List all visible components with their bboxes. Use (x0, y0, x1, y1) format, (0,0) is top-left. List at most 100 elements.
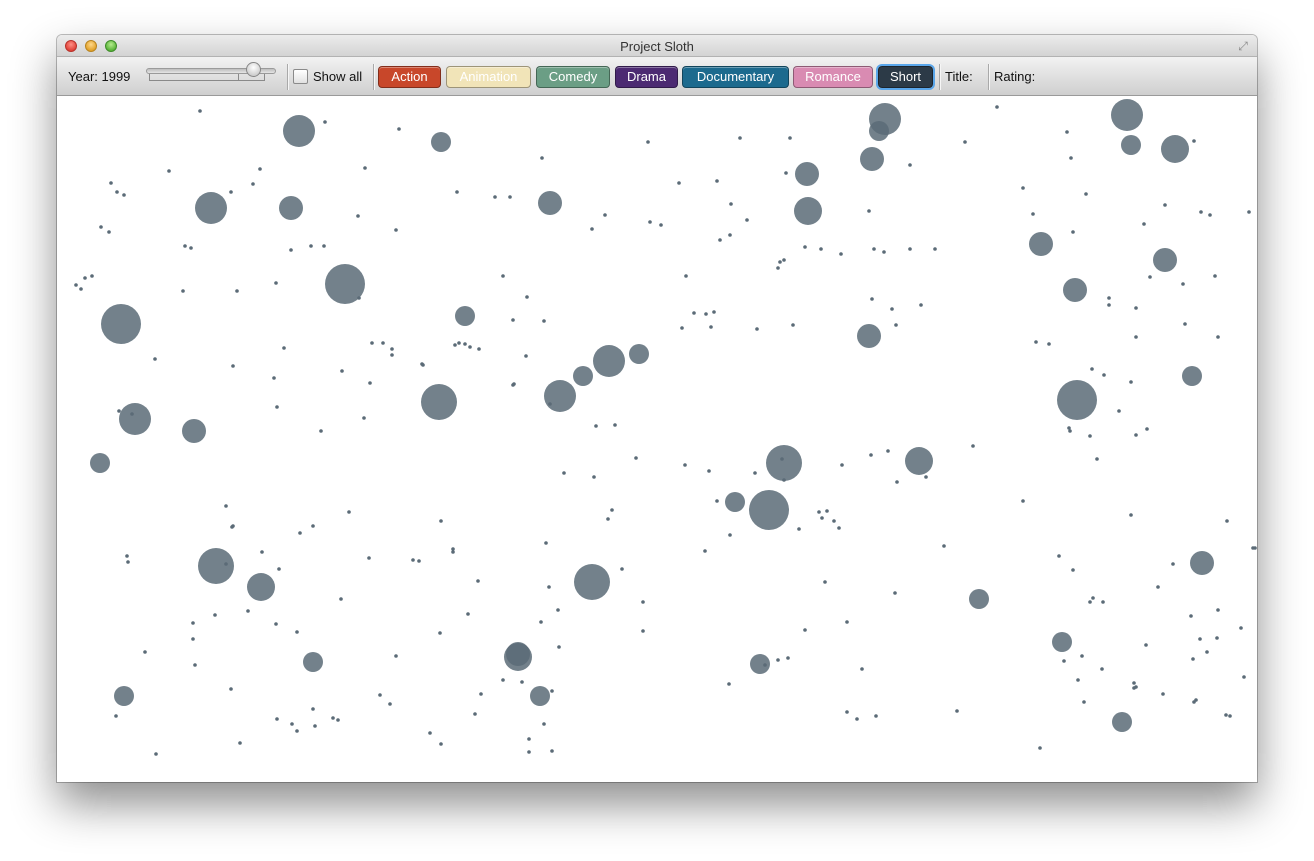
genre-button-drama[interactable]: Drama (615, 66, 678, 88)
movie-dot[interactable] (1148, 275, 1152, 279)
movie-dot[interactable] (181, 289, 185, 293)
movie-dot[interactable] (1191, 657, 1195, 661)
movie-bubble[interactable] (860, 147, 884, 171)
movie-dot[interactable] (715, 179, 719, 183)
movie-dot[interactable] (641, 629, 645, 633)
movie-dot[interactable] (411, 558, 415, 562)
movie-dot[interactable] (1183, 322, 1187, 326)
movie-dot[interactable] (594, 424, 598, 428)
movie-bubble[interactable] (725, 492, 745, 512)
movie-dot[interactable] (680, 326, 684, 330)
movie-dot[interactable] (817, 510, 821, 514)
movie-dot[interactable] (439, 519, 443, 523)
movie-dot[interactable] (1156, 585, 1160, 589)
movie-dot[interactable] (1215, 636, 1219, 640)
movie-dot[interactable] (648, 220, 652, 224)
movie-dot[interactable] (1090, 367, 1094, 371)
movie-dot[interactable] (924, 475, 928, 479)
movie-dot[interactable] (114, 714, 118, 718)
movie-dot[interactable] (251, 182, 255, 186)
movie-dot[interactable] (778, 260, 782, 264)
movie-dot[interactable] (704, 312, 708, 316)
movie-dot[interactable] (367, 556, 371, 560)
movie-dot[interactable] (224, 562, 228, 566)
movie-dot[interactable] (122, 193, 126, 197)
movie-dot[interactable] (860, 667, 864, 671)
movie-dot[interactable] (1062, 659, 1066, 663)
movie-dot[interactable] (331, 716, 335, 720)
movie-dot[interactable] (1132, 681, 1136, 685)
movie-bubble[interactable] (303, 652, 323, 672)
movie-dot[interactable] (1082, 700, 1086, 704)
movie-bubble[interactable] (119, 403, 151, 435)
movie-dot[interactable] (955, 709, 959, 713)
movie-dot[interactable] (1134, 335, 1138, 339)
movie-dot[interactable] (356, 214, 360, 218)
movie-dot[interactable] (455, 190, 459, 194)
movie-dot[interactable] (728, 233, 732, 237)
movie-dot[interactable] (1134, 306, 1138, 310)
movie-dot[interactable] (477, 347, 481, 351)
movie-dot[interactable] (1134, 685, 1138, 689)
movie-dot[interactable] (1057, 554, 1061, 558)
movie-dot[interactable] (1031, 212, 1035, 216)
movie-dot[interactable] (1198, 637, 1202, 641)
movie-dot[interactable] (397, 127, 401, 131)
movie-dot[interactable] (791, 323, 795, 327)
movie-dot[interactable] (1021, 186, 1025, 190)
movie-dot[interactable] (229, 190, 233, 194)
movie-dot[interactable] (1225, 519, 1229, 523)
movie-dot[interactable] (323, 120, 327, 124)
movie-dot[interactable] (224, 504, 228, 508)
movie-dot[interactable] (282, 346, 286, 350)
movie-dot[interactable] (550, 689, 554, 693)
genre-button-animation[interactable]: Animation (446, 66, 531, 88)
movie-dot[interactable] (1069, 156, 1073, 160)
movie-dot[interactable] (370, 341, 374, 345)
movie-dot[interactable] (610, 508, 614, 512)
movie-dot[interactable] (1144, 643, 1148, 647)
movie-bubble[interactable] (1063, 278, 1087, 302)
movie-dot[interactable] (557, 645, 561, 649)
movie-dot[interactable] (154, 752, 158, 756)
movie-bubble[interactable] (749, 490, 789, 530)
movie-dot[interactable] (683, 463, 687, 467)
movie-bubble[interactable] (195, 192, 227, 224)
movie-dot[interactable] (311, 524, 315, 528)
movie-dot[interactable] (1228, 714, 1232, 718)
movie-bubble[interactable] (869, 121, 889, 141)
movie-bubble[interactable] (198, 548, 234, 584)
movie-dot[interactable] (1224, 713, 1228, 717)
movie-dot[interactable] (130, 412, 134, 416)
movie-dot[interactable] (1192, 700, 1196, 704)
movie-dot[interactable] (562, 471, 566, 475)
fullscreen-icon[interactable]: ⤢ (1236, 39, 1250, 53)
movie-dot[interactable] (1076, 678, 1080, 682)
movie-dot[interactable] (753, 471, 757, 475)
movie-dot[interactable] (908, 163, 912, 167)
movie-dot[interactable] (394, 228, 398, 232)
movie-dot[interactable] (362, 416, 366, 420)
movie-dot[interactable] (90, 274, 94, 278)
movie-dot[interactable] (235, 289, 239, 293)
movie-dot[interactable] (867, 209, 871, 213)
movie-dot[interactable] (1117, 409, 1121, 413)
movie-dot[interactable] (524, 354, 528, 358)
movie-dot[interactable] (542, 722, 546, 726)
movie-dot[interactable] (274, 281, 278, 285)
movie-dot[interactable] (313, 724, 317, 728)
movie-dot[interactable] (634, 456, 638, 460)
movie-dot[interactable] (381, 341, 385, 345)
movie-dot[interactable] (692, 311, 696, 315)
movie-dot[interactable] (501, 678, 505, 682)
movie-dot[interactable] (99, 225, 103, 229)
movie-dot[interactable] (776, 658, 780, 662)
movie-dot[interactable] (641, 600, 645, 604)
movie-dot[interactable] (1107, 296, 1111, 300)
movie-dot[interactable] (1199, 210, 1203, 214)
movie-dot[interactable] (971, 444, 975, 448)
movie-dot[interactable] (1192, 139, 1196, 143)
movie-bubble[interactable] (905, 447, 933, 475)
movie-dot[interactable] (1205, 650, 1209, 654)
movie-dot[interactable] (908, 247, 912, 251)
